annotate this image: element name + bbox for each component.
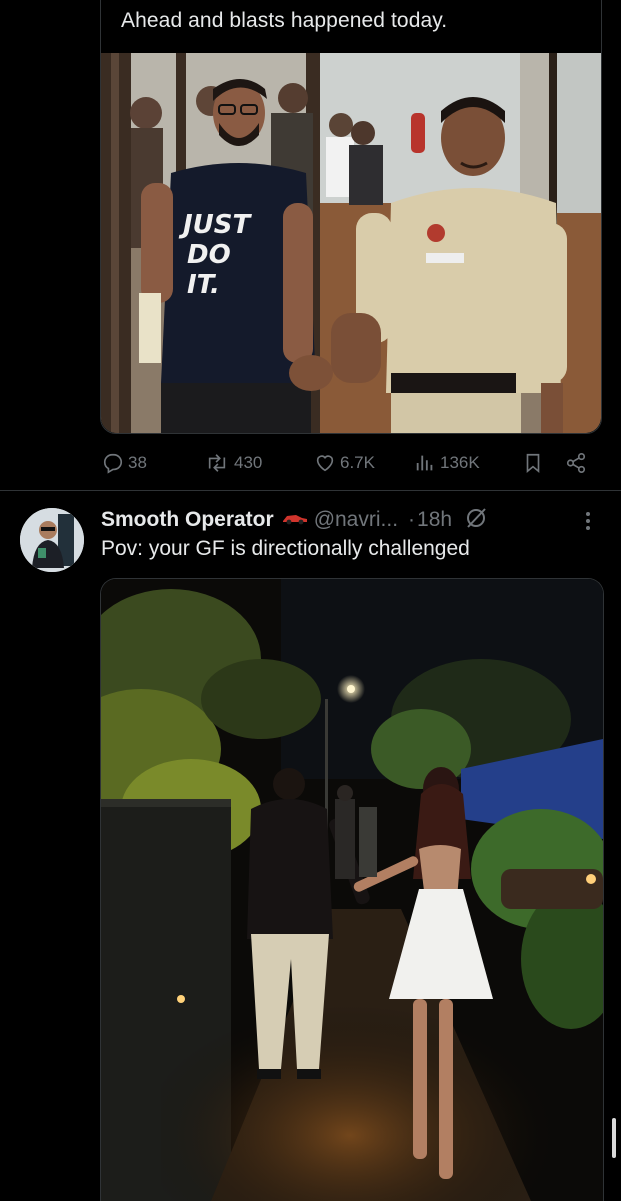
quoted-tweet-image[interactable]: JUST DO IT. (101, 53, 601, 433)
tweet-image[interactable] (100, 578, 604, 1201)
shirt-text-line-3: IT. (187, 270, 220, 300)
quoted-tweet-text: Ahead and blasts happened today. (121, 9, 448, 32)
like-count: 6.7K (340, 453, 375, 472)
reply-button[interactable]: 38 (102, 446, 147, 480)
shirt-text-line-2: DO (187, 240, 231, 270)
display-name[interactable]: Smooth Operator (101, 508, 274, 532)
share-button[interactable] (564, 446, 588, 480)
more-options-icon[interactable] (580, 509, 596, 533)
repost-button[interactable]: 430 (204, 446, 262, 480)
heart-icon (316, 455, 334, 472)
views-count: 136K (440, 453, 480, 472)
car-badge-icon (282, 511, 308, 530)
tweet-timestamp[interactable]: 18h (417, 508, 452, 532)
user-handle[interactable]: @navri... (314, 508, 398, 532)
tweet-text: Pov: your GF is directionally challenged (101, 537, 470, 560)
quoted-tweet-card[interactable]: Ahead and blasts happened today. JUST DO… (100, 0, 602, 434)
repost-count: 430 (234, 453, 263, 472)
analytics-icon (416, 455, 433, 471)
reply-icon (103, 453, 123, 474)
shirt-text-line-1: JUST (178, 210, 253, 240)
like-button[interactable]: 6.7K (314, 446, 375, 480)
bookmark-icon (526, 453, 540, 474)
repost-icon (208, 454, 226, 472)
tweet-header: Smooth Operator @navri... · 18h (101, 505, 601, 535)
reply-count: 38 (128, 453, 147, 472)
views-button[interactable]: 136K (414, 446, 480, 480)
grok-icon[interactable] (464, 506, 488, 535)
tweet-action-bar: 38 430 6.7K 136K (102, 446, 596, 480)
tweet-separator (0, 490, 621, 491)
separator-dot: · (408, 508, 416, 531)
bookmark-button[interactable] (522, 446, 544, 480)
scrollbar[interactable] (612, 1118, 616, 1158)
avatar[interactable] (20, 508, 84, 572)
share-icon (566, 453, 586, 473)
